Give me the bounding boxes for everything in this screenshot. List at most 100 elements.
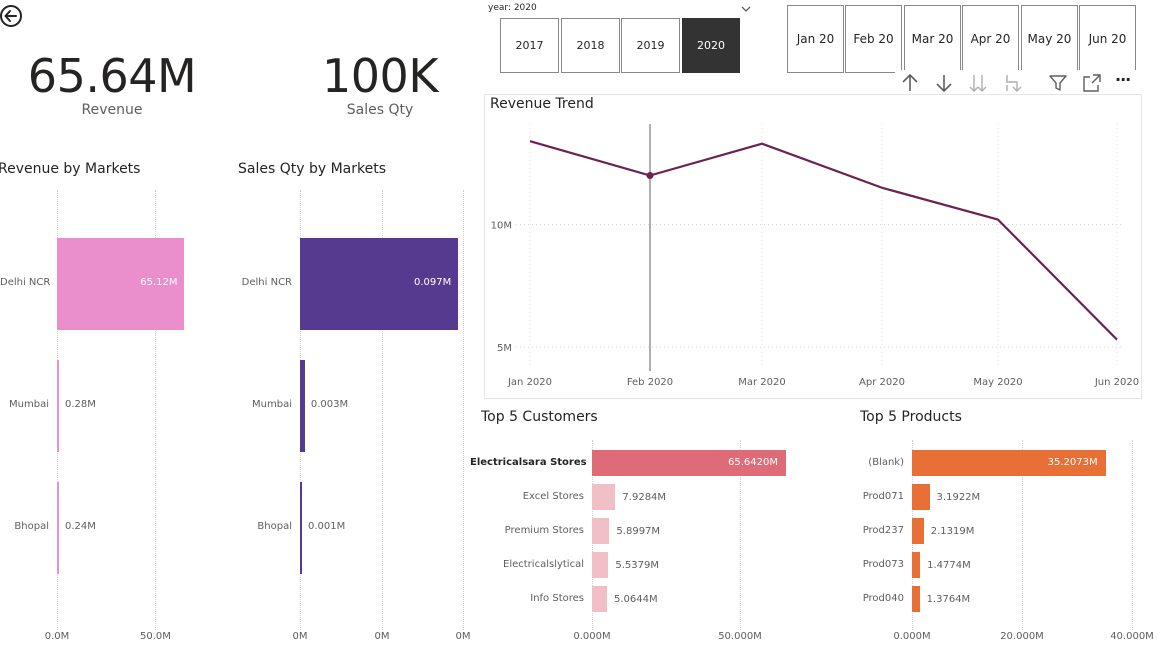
revenue-trend-chart: 10M 5M Jan 2020 Feb 2020 Mar 2020 Apr 2020 May… (491, 124, 1139, 388)
more-options-icon[interactable]: ··· (1115, 70, 1131, 89)
month-option-feb-20[interactable]: Feb 20 (845, 5, 902, 73)
expand-down-icon[interactable] (1001, 72, 1023, 94)
month-option-mar-20[interactable]: Mar 20 (904, 5, 961, 73)
x-tick-label: 20.000M (1000, 631, 1044, 642)
year-slicer-header: year: 2020 (488, 3, 537, 13)
bar-prod040[interactable] (912, 586, 920, 612)
sales-qty-card: 100K Sales Qty (280, 50, 480, 118)
data-label: 0.001M (308, 521, 346, 532)
bar-mumbai[interactable] (57, 360, 59, 452)
data-label: 5.8997M (616, 526, 661, 537)
bar-premium-stores[interactable] (592, 518, 610, 544)
x-tick-label: Jan 2020 (507, 377, 552, 388)
filter-icon[interactable] (1047, 72, 1069, 94)
data-label: 0.24M (65, 521, 96, 532)
category-label: Premium Stores (504, 525, 584, 536)
sales-qty-label: Sales Qty (346, 102, 414, 118)
month-option-apr-20[interactable]: Apr 20 (962, 5, 1019, 73)
category-label: Electricalsara Stores (470, 457, 587, 468)
expand-all-down-icon[interactable] (967, 72, 989, 94)
category-label: Prod237 (862, 525, 904, 536)
bar-prod073[interactable] (912, 552, 921, 578)
x-tick-label: 0M (374, 631, 390, 642)
revenue-by-markets-title: Revenue by Markets (0, 161, 141, 177)
data-label: 0.003M (310, 399, 349, 410)
data-label: 0.28M (65, 399, 96, 410)
bar-prod237[interactable] (912, 518, 924, 544)
visual-toolbar: ··· (895, 70, 1145, 96)
year-option-2017[interactable]: 2017 (500, 18, 559, 73)
revenue-card: 65.64M Revenue (12, 50, 212, 118)
top-customers-title: Top 5 Customers (481, 409, 598, 425)
category-label: Prod071 (862, 491, 904, 502)
data-label: 65.12M (140, 277, 178, 288)
data-label: 1.4774M (927, 560, 971, 571)
revenue-by-markets-chart: 0.0M 50.0M Delhi NCR 65.12M Mumbai 0.28M Bhopa… (0, 190, 230, 650)
x-tick-label: 50.0M (140, 631, 171, 642)
y-tick-label: 5M (497, 343, 512, 354)
x-tick-label: May 2020 (973, 377, 1022, 388)
bar-bhopal[interactable] (57, 482, 59, 574)
bar-electricalslytical[interactable] (592, 552, 609, 578)
bar-mumbai[interactable] (300, 360, 305, 452)
data-label: 1.3764M (926, 594, 971, 605)
data-label: 7.9284M (622, 492, 667, 503)
bar-info-stores[interactable] (592, 586, 607, 612)
sales-qty-by-markets-chart: 0M 0M 0M Delhi NCR 0.097M Mumbai 0.003M Bhopal 0… (230, 190, 480, 650)
category-label: Prod073 (862, 559, 904, 570)
month-option-may-20[interactable]: May 20 (1021, 5, 1078, 73)
category-label: (Blank) (868, 457, 904, 468)
x-gridline (463, 190, 464, 630)
year-option-2019[interactable]: 2019 (621, 18, 680, 73)
data-label: 65.6420M (728, 457, 778, 468)
category-label: Electricalslytical (503, 559, 584, 570)
category-label: Bhopal (14, 521, 49, 532)
sales-qty-value: 100K (322, 49, 438, 103)
x-tick-label: Jun 2020 (1094, 377, 1139, 388)
bar-bhopal[interactable] (300, 482, 302, 574)
category-label: Delhi NCR (0, 277, 51, 288)
data-label: 0.097M (414, 277, 452, 288)
month-option-jan-20[interactable]: Jan 20 (787, 5, 844, 73)
category-label: Mumbai (252, 399, 292, 410)
focus-mode-icon[interactable] (1081, 72, 1103, 94)
year-option-2020[interactable]: 2020 (682, 18, 740, 73)
data-label: 5.5379M (615, 560, 659, 571)
sales-qty-by-markets-title: Sales Qty by Markets (238, 161, 386, 177)
x-tick-label: 0.000M (573, 631, 611, 642)
revenue-trend-line[interactable] (529, 140, 1118, 341)
sort-ascending-icon[interactable] (899, 72, 921, 94)
back-button[interactable] (0, 4, 24, 28)
x-tick-label: 0.000M (893, 631, 931, 642)
x-gridline (1132, 440, 1133, 630)
category-label: Prod040 (862, 593, 904, 604)
x-tick-label: 50.000M (718, 631, 762, 642)
trend-point[interactable] (646, 172, 654, 179)
data-label: 35.2073M (1047, 457, 1098, 468)
data-label: 3.1922M (936, 492, 981, 503)
bar-prod071[interactable] (912, 484, 930, 510)
sort-descending-icon[interactable] (933, 72, 955, 94)
year-slicer-dropdown[interactable] (740, 0, 752, 12)
y-tick-label: 10M (491, 221, 512, 232)
back-arrow-icon (0, 5, 22, 27)
x-tick-label: 0.0M (44, 631, 70, 642)
category-label: Excel Stores (522, 491, 584, 502)
category-label: Delhi NCR (241, 277, 292, 288)
x-tick-label: 40.000M (1110, 631, 1154, 642)
top-products-chart: 0.000M 20.000M 40.000M (Blank) 35.2073M Prod0… (840, 430, 1157, 653)
x-tick-label: 0M (292, 631, 308, 642)
data-label: 5.0644M (613, 594, 658, 605)
revenue-value: 65.64M (27, 49, 197, 103)
month-option-jun-20[interactable]: Jun 20 (1079, 5, 1136, 73)
revenue-label: Revenue (81, 102, 143, 118)
category-label: Info Stores (530, 593, 584, 604)
bar-excel-stores[interactable] (592, 484, 616, 510)
x-tick-label: Feb 2020 (627, 377, 673, 388)
chevron-down-icon (741, 6, 751, 12)
year-option-2018[interactable]: 2018 (561, 18, 620, 73)
x-tick-label: Mar 2020 (738, 377, 786, 388)
category-label: Mumbai (9, 399, 49, 410)
top-products-title: Top 5 Products (860, 409, 962, 425)
category-label: Bhopal (257, 521, 292, 532)
